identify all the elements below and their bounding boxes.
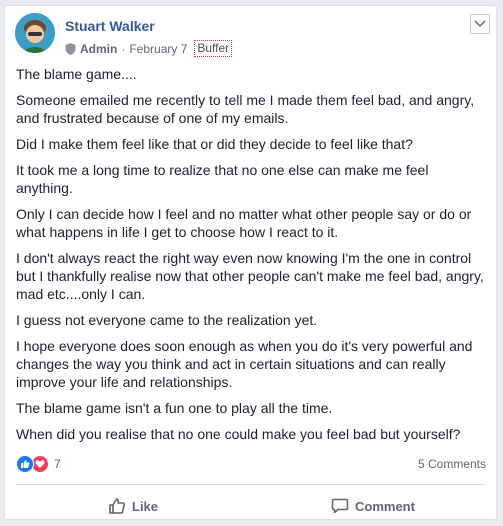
- post-paragraph: The blame game....: [16, 66, 137, 82]
- like-reaction-icon: [16, 455, 34, 473]
- admin-shield-icon: [65, 42, 76, 55]
- author-name[interactable]: Stuart Walker: [65, 18, 155, 34]
- meta-separator: ·: [121, 41, 126, 56]
- like-button[interactable]: Like: [108, 494, 158, 518]
- post-body: The blame game.... Someone emailed me re…: [16, 65, 486, 451]
- post-paragraph: When did you realise that no one could m…: [16, 426, 461, 442]
- comment-label: Comment: [355, 498, 415, 514]
- post-paragraph: It took me a long time to realize that n…: [16, 162, 429, 196]
- post-card: Stuart Walker Admin · February 7 Buffer …: [4, 5, 497, 520]
- post-paragraph: I guess not everyone came to the realiza…: [16, 312, 318, 328]
- comments-count[interactable]: 5 Comments: [418, 457, 486, 471]
- post-paragraph: Only I can decide how I feel and no matt…: [16, 206, 472, 240]
- avatar[interactable]: [15, 13, 55, 53]
- post-paragraph: The blame game isn't a fun one to play a…: [16, 400, 333, 416]
- reactions-summary[interactable]: 7: [16, 455, 61, 473]
- post-date[interactable]: February 7: [129, 42, 187, 56]
- app-link[interactable]: Buffer: [194, 40, 233, 57]
- post-menu-button[interactable]: [470, 14, 490, 34]
- chevron-down-icon: [474, 20, 486, 28]
- actions-divider: [16, 484, 485, 485]
- role-badge: Admin: [80, 41, 118, 56]
- like-label: Like: [132, 498, 159, 514]
- post-paragraph: I don't always react the right way even …: [16, 250, 484, 302]
- comment-bubble-icon: [331, 498, 349, 514]
- reactions-count: 7: [54, 457, 61, 471]
- comment-button[interactable]: Comment: [331, 494, 415, 518]
- post-paragraph: I hope everyone does soon enough as when…: [16, 338, 473, 390]
- post-meta: Admin · February 7 Buffer: [65, 40, 233, 57]
- post-paragraph: Someone emailed me recently to tell me I…: [16, 92, 475, 126]
- post-paragraph: Did I make them feel like that or did th…: [16, 136, 413, 152]
- thumbs-up-icon: [109, 498, 125, 514]
